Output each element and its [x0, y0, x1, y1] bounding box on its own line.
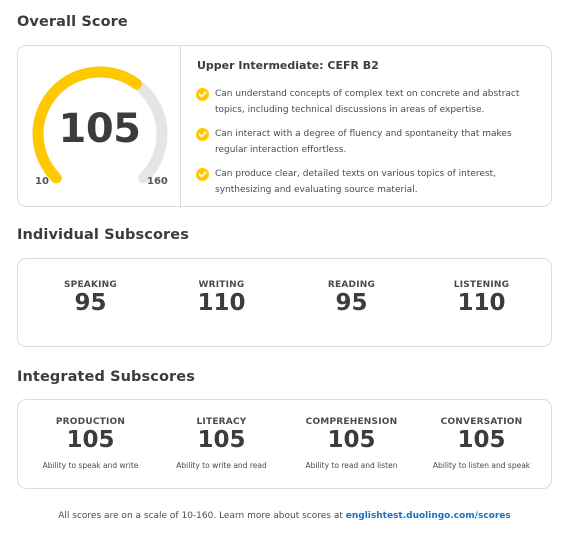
subscore-caption: Ability to write and read: [176, 461, 267, 470]
subscore-listening: LISTENING 110: [416, 280, 547, 315]
scores-info-link[interactable]: englishtest.duolingo.com/scores: [346, 511, 511, 521]
overall-score-value: 105: [58, 106, 142, 152]
subscore-value: 105: [197, 427, 246, 453]
subscore-value: 105: [457, 427, 506, 453]
subscore-label: PRODUCTION: [55, 417, 126, 427]
descriptor-list: Can understand concepts of complex text …: [196, 86, 541, 206]
subscore-conversation: CONVERSATION 105 Ability to listen and s…: [416, 417, 547, 470]
integrated-subscores-title: Integrated Subscores: [17, 369, 195, 385]
gauge-min-label: 10: [35, 176, 49, 187]
integrated-subscores-card: PRODUCTION 105 Ability to speak and writ…: [17, 399, 552, 489]
subscore-value: 110: [457, 290, 506, 316]
descriptor-item: Can produce clear, detailed texts on var…: [196, 166, 541, 198]
overall-score-title: Overall Score: [17, 14, 128, 30]
subscore-production: PRODUCTION 105 Ability to speak and writ…: [25, 417, 156, 470]
descriptor-text: Can produce clear, detailed texts on var…: [215, 169, 497, 195]
subscore-value: 95: [74, 290, 107, 316]
subscore-comprehension: COMPREHENSION 105 Ability to read and li…: [286, 417, 417, 470]
scale-footnote: All scores are on a scale of 10-160. Lea…: [0, 511, 569, 521]
footer-text: All scores are on a scale of 10-160. Lea…: [58, 511, 343, 521]
descriptor-text: Can understand concepts of complex text …: [215, 89, 520, 115]
subscore-value: 105: [66, 427, 115, 453]
subscore-label: READING: [327, 280, 376, 290]
subscore-writing: WRITING 110: [156, 280, 287, 315]
subscore-caption: Ability to listen and speak: [432, 461, 531, 470]
check-icon: [196, 128, 209, 141]
descriptor-item: Can interact with a degree of fluency an…: [196, 126, 541, 158]
check-icon: [196, 88, 209, 101]
subscore-label: COMPREHENSION: [305, 417, 398, 427]
descriptor-item: Can understand concepts of complex text …: [196, 86, 541, 118]
subscore-label: LITERACY: [196, 417, 247, 427]
subscore-label: CONVERSATION: [440, 417, 523, 427]
subscore-speaking: SPEAKING 95: [25, 280, 156, 315]
subscore-caption: Ability to read and listen: [305, 461, 398, 470]
score-gauge: 105 10 160: [18, 46, 181, 208]
subscore-caption: Ability to speak and write: [42, 461, 139, 470]
cefr-level-title: Upper Intermediate: CEFR B2: [197, 59, 379, 72]
subscore-value: 95: [335, 290, 368, 316]
subscore-value: 105: [327, 427, 376, 453]
subscore-literacy: LITERACY 105 Ability to write and read: [156, 417, 287, 470]
overall-score-card: 105 10 160 Upper Intermediate: CEFR B2 C…: [17, 45, 552, 208]
check-icon: [196, 168, 209, 181]
individual-subscores-title: Individual Subscores: [17, 227, 189, 243]
subscore-label: SPEAKING: [63, 280, 118, 290]
gauge-max-label: 160: [147, 176, 168, 187]
subscore-label: LISTENING: [453, 280, 510, 290]
subscore-reading: READING 95: [286, 280, 417, 315]
subscore-label: WRITING: [198, 280, 245, 290]
subscore-value: 110: [197, 290, 246, 316]
individual-subscores-card: SPEAKING 95 WRITING 110 READING 95 LISTE…: [17, 258, 552, 347]
descriptor-text: Can interact with a degree of fluency an…: [215, 129, 512, 155]
